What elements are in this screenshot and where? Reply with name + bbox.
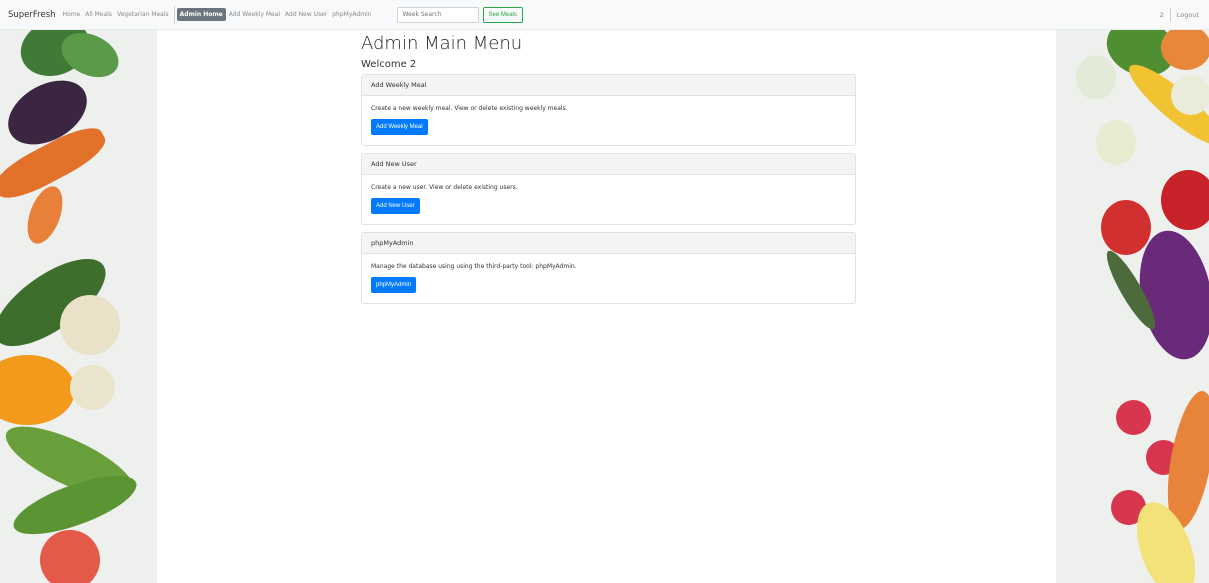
user-name[interactable]: 2 bbox=[1160, 11, 1164, 19]
card-text: Create a new weekly meal. View or delete… bbox=[371, 105, 568, 112]
page-title: Admin Main Menu bbox=[361, 33, 523, 54]
card-body: Create a new user. View or delete existi… bbox=[362, 175, 855, 224]
card-add-new-user: Add New User Create a new user. View or … bbox=[361, 153, 856, 225]
add-new-user-button[interactable]: Add New User bbox=[371, 198, 420, 214]
welcome-text: Welcome 2 bbox=[361, 59, 417, 70]
main-content: Admin Main Menu Welcome 2 Add Weekly Mea… bbox=[361, 30, 856, 304]
nav-add-weekly-meal[interactable]: Add Weekly Meal bbox=[229, 11, 280, 18]
brand-logo[interactable]: SuperFresh bbox=[8, 10, 56, 20]
nav-phpmyadmin[interactable]: phpMyAdmin bbox=[332, 11, 371, 18]
week-search-input[interactable]: Week Search bbox=[396, 6, 479, 23]
nav-all-meals[interactable]: All Meals bbox=[85, 11, 112, 18]
right-vegetable-image bbox=[1056, 30, 1209, 583]
logout-link[interactable]: Logout bbox=[1177, 11, 1199, 19]
nav-admin-home[interactable]: Admin Home bbox=[176, 8, 226, 21]
user-divider bbox=[1169, 8, 1171, 22]
card-header: phpMyAdmin bbox=[362, 233, 855, 254]
nav-vegetarian-meals[interactable]: Vegetarian Meals bbox=[117, 11, 169, 18]
card-header: Add Weekly Meal bbox=[362, 75, 855, 96]
user-area: 2 Logout bbox=[1160, 0, 1199, 30]
nav-home[interactable]: Home bbox=[63, 11, 81, 18]
phpmyadmin-button[interactable]: phpMyAdmin bbox=[371, 277, 417, 293]
left-vegetable-image bbox=[0, 30, 157, 583]
card-phpmyadmin: phpMyAdmin Manage the database using usi… bbox=[361, 232, 856, 304]
see-meals-button[interactable]: See Meals bbox=[482, 6, 523, 23]
card-text: Manage the database using using the thir… bbox=[371, 263, 577, 270]
add-weekly-meal-button[interactable]: Add Weekly Meal bbox=[371, 119, 428, 135]
card-add-weekly-meal: Add Weekly Meal Create a new weekly meal… bbox=[361, 74, 856, 146]
card-text: Create a new user. View or delete existi… bbox=[371, 184, 518, 191]
card-header: Add New User bbox=[362, 154, 855, 175]
nav-divider bbox=[173, 5, 175, 24]
top-navbar: SuperFresh Home All Meals Vegetarian Mea… bbox=[0, 0, 1209, 30]
card-body: Create a new weekly meal. View or delete… bbox=[362, 96, 855, 145]
card-body: Manage the database using using the thir… bbox=[362, 254, 855, 303]
nav-add-new-user[interactable]: Add New User bbox=[285, 11, 327, 18]
